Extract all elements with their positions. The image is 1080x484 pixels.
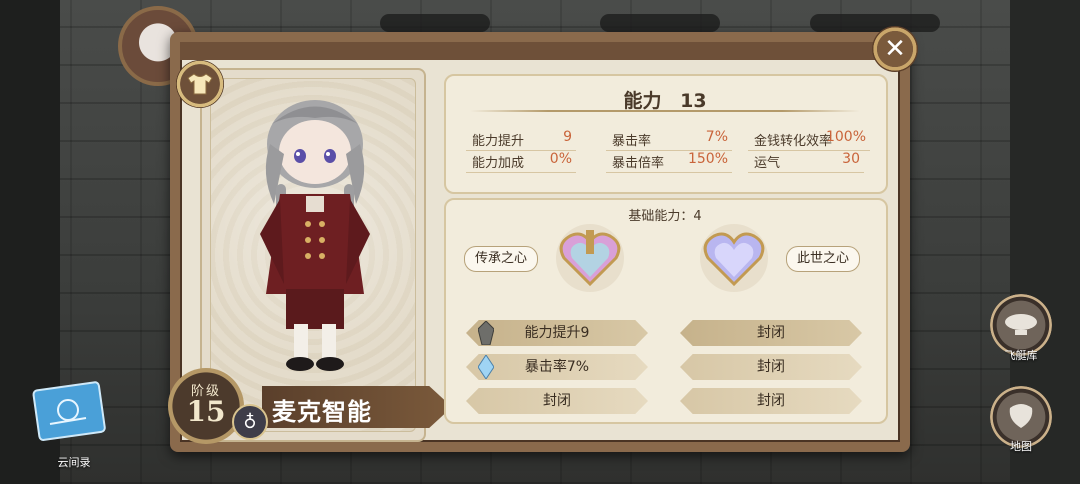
stat-value: 0%	[549, 151, 572, 167]
stat-row: 金钱转化效率 100%	[748, 129, 870, 151]
stat-value: 150%	[687, 151, 728, 167]
slot-right-2[interactable]: 封闭	[680, 354, 862, 380]
ability-level: 13	[680, 90, 707, 112]
stat-value: 9	[563, 129, 572, 145]
slot-text: 能力提升9	[524, 325, 590, 341]
stat-row: 暴击倍率 150%	[606, 151, 732, 173]
ring-icon[interactable]: ♁	[232, 404, 268, 440]
stat-label: 能力提升	[472, 134, 525, 149]
slot-text: 暴击率7%	[524, 359, 590, 375]
hud-pill	[380, 14, 490, 32]
slot-left-3[interactable]: 封闭	[466, 388, 648, 414]
title-divider	[470, 110, 860, 112]
blue-crystal-icon	[478, 355, 494, 379]
slot-text: 封闭	[543, 393, 571, 409]
gray-gem-icon	[478, 321, 494, 345]
slot-right-1[interactable]: 封闭	[680, 320, 862, 346]
shirt-icon	[187, 73, 213, 95]
world-heart-label: 此世之心	[786, 246, 861, 272]
stat-label: 金钱转化效率	[754, 134, 833, 149]
stat-label: 暴击率	[612, 134, 652, 149]
outfit-button[interactable]	[176, 60, 224, 108]
stat-value: 30	[842, 151, 860, 167]
slot-text: 封闭	[757, 325, 785, 341]
airship-label: 飞艇库	[1004, 349, 1038, 362]
stat-label: 能力加成	[472, 156, 525, 171]
panel-header-strip	[180, 42, 900, 60]
top-hud	[180, 0, 940, 36]
close-icon: ✕	[884, 34, 906, 64]
close-button[interactable]: ✕	[872, 26, 918, 72]
character-portrait	[260, 100, 370, 371]
character-name: 麦克智能	[272, 398, 372, 426]
cloud-record-label: 云间录	[57, 456, 91, 469]
map-label: 地图	[1010, 440, 1032, 453]
world-heart-icon[interactable]	[694, 222, 774, 292]
inheritance-heart-icon[interactable]	[550, 222, 630, 292]
rank-badge: 阶级 15	[168, 368, 244, 444]
hud-pill	[810, 14, 940, 32]
stat-row: 能力提升 9	[466, 129, 576, 151]
inheritance-heart-label: 传承之心	[464, 246, 539, 272]
stat-label: 运气	[754, 156, 781, 171]
slot-text: 封闭	[757, 393, 785, 409]
ability-title-label: 能力	[623, 90, 662, 112]
stat-row: 能力加成 0%	[466, 151, 576, 173]
stat-value: 100%	[825, 129, 866, 145]
stat-row: 暴击率 7%	[606, 129, 732, 151]
ability-title: 能力 13	[600, 86, 730, 113]
slot-right-3[interactable]: 封闭	[680, 388, 862, 414]
slot-text: 封闭	[757, 359, 785, 375]
hud-pill	[600, 14, 720, 32]
stat-label: 暴击倍率	[612, 156, 665, 171]
stat-row: 运气 30	[748, 151, 864, 173]
stat-value: 7%	[705, 129, 728, 145]
cloud-record-icon[interactable]	[30, 380, 110, 446]
